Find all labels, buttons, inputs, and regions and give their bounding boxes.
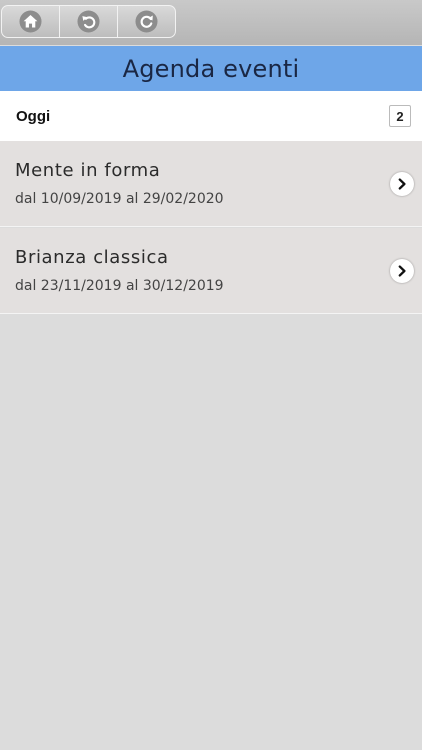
chevron-right-icon[interactable] bbox=[390, 259, 414, 283]
event-item[interactable]: Brianza classica dal 23/11/2019 al 30/12… bbox=[0, 228, 422, 314]
event-title: Brianza classica bbox=[15, 247, 169, 268]
today-label: Oggi bbox=[16, 107, 51, 125]
refresh-icon bbox=[135, 10, 158, 33]
refresh-button[interactable] bbox=[117, 6, 175, 37]
today-section: Oggi 2 bbox=[0, 91, 422, 141]
event-dates: dal 23/11/2019 al 30/12/2019 bbox=[15, 278, 224, 294]
today-count-badge: 2 bbox=[389, 105, 411, 127]
undo-icon bbox=[77, 10, 100, 33]
chevron-right-icon[interactable] bbox=[390, 172, 414, 196]
event-item[interactable]: Mente in forma dal 10/09/2019 al 29/02/2… bbox=[0, 141, 422, 227]
home-button[interactable] bbox=[2, 6, 59, 37]
top-toolbar bbox=[0, 0, 422, 45]
toolbar-button-group bbox=[1, 5, 176, 38]
undo-button[interactable] bbox=[59, 6, 117, 37]
home-icon bbox=[19, 10, 42, 33]
event-title: Mente in forma bbox=[15, 160, 161, 181]
event-dates: dal 10/09/2019 al 29/02/2020 bbox=[15, 191, 224, 207]
page-header: Agenda eventi bbox=[0, 46, 422, 91]
page-title: Agenda eventi bbox=[122, 54, 300, 83]
